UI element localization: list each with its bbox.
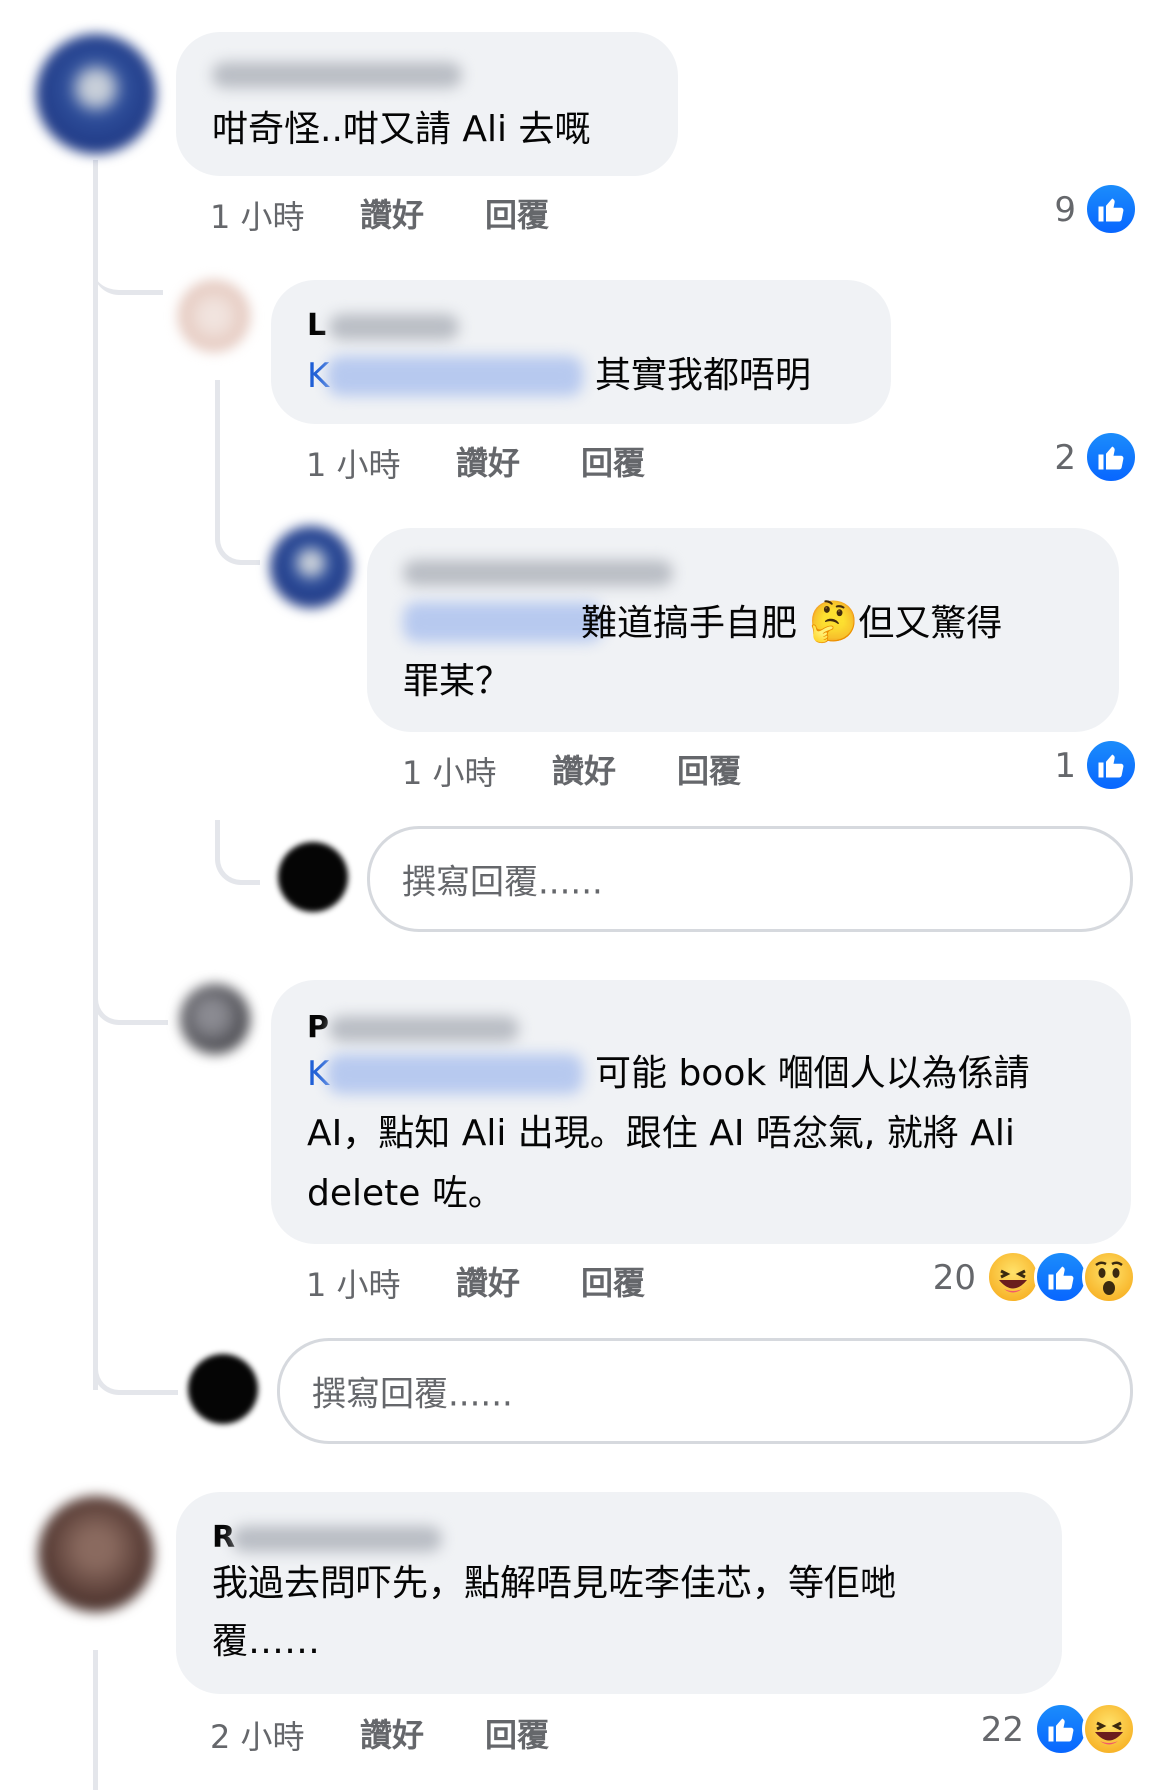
like-button[interactable]: 讚好 bbox=[456, 1258, 520, 1304]
comment-bubble: L K 其實我都唔明 bbox=[271, 280, 891, 424]
tagged-user-initial[interactable]: K bbox=[307, 1054, 329, 1094]
wow-icon[interactable] bbox=[1082, 1250, 1136, 1304]
comment-text: 咁奇怪..咁又請 Ali 去嘅 bbox=[212, 109, 591, 150]
avatar[interactable] bbox=[38, 1496, 154, 1612]
haha-icon[interactable] bbox=[986, 1250, 1040, 1304]
reply-input[interactable]: 撰寫回覆...... bbox=[277, 1338, 1133, 1444]
reply-button[interactable]: 回覆 bbox=[581, 1258, 645, 1304]
comment-time[interactable]: 1 小時 bbox=[306, 440, 401, 486]
commenter-name-blurred[interactable] bbox=[403, 560, 673, 586]
reaction-count[interactable]: 22 bbox=[948, 1710, 1024, 1750]
comment-time[interactable]: 1 小時 bbox=[210, 192, 305, 238]
comment-bubble: R 我過去問吓先，點解唔見咗李佳芯，等佢哋 覆…… bbox=[176, 1492, 1062, 1694]
thread-branch-3 bbox=[93, 1330, 178, 1395]
reaction-count[interactable]: 1 bbox=[1000, 746, 1076, 786]
thread-branch-2 bbox=[93, 940, 168, 1025]
like-button[interactable]: 讚好 bbox=[552, 746, 616, 792]
tagged-user-blurred[interactable] bbox=[403, 602, 603, 642]
comment-text-line2: 罪某？ bbox=[403, 661, 512, 702]
thread-branch-1 bbox=[93, 230, 163, 295]
thread-line-main bbox=[93, 160, 98, 1390]
commenter-name-initial[interactable]: P bbox=[307, 1010, 329, 1045]
thread-line-bottom bbox=[93, 1650, 98, 1790]
avatar bbox=[188, 1354, 258, 1424]
avatar bbox=[278, 842, 348, 912]
commenter-name-blurred[interactable] bbox=[329, 314, 459, 340]
thread-branch-nested-2 bbox=[215, 820, 260, 885]
comment-text-part: 難道搞手自肥 bbox=[581, 603, 798, 644]
commenter-name-blurred[interactable] bbox=[212, 62, 462, 88]
comment-text: 難道搞手自肥 🤔但又驚得 bbox=[581, 592, 1002, 654]
like-button[interactable]: 讚好 bbox=[360, 1710, 424, 1756]
commenter-name-blurred[interactable] bbox=[329, 1016, 519, 1042]
comment-time[interactable]: 1 小時 bbox=[306, 1260, 401, 1306]
reply-button[interactable]: 回覆 bbox=[581, 438, 645, 484]
like-icon[interactable] bbox=[1084, 430, 1138, 484]
commenter-name-initial[interactable]: L bbox=[307, 308, 326, 343]
reaction-count[interactable]: 2 bbox=[1000, 438, 1076, 478]
avatar[interactable] bbox=[36, 34, 156, 154]
avatar[interactable] bbox=[270, 526, 352, 608]
like-icon[interactable] bbox=[1084, 738, 1138, 792]
like-button[interactable]: 讚好 bbox=[456, 438, 520, 484]
like-icon[interactable] bbox=[1034, 1702, 1088, 1756]
comment-bubble: P K 可能 book 嗰個人以為係請 AI，點知 Ali 出現。跟住 AI 唔… bbox=[271, 980, 1131, 1244]
comment-text: 其實我都唔明 bbox=[595, 355, 812, 396]
haha-icon[interactable] bbox=[1082, 1702, 1136, 1756]
reply-button[interactable]: 回覆 bbox=[485, 190, 549, 236]
comment-text-line2: 覆…… bbox=[212, 1621, 321, 1662]
avatar[interactable] bbox=[180, 984, 250, 1054]
thinking-emoji-icon: 🤔 bbox=[808, 599, 859, 645]
reply-input[interactable]: 撰寫回覆...... bbox=[367, 826, 1133, 932]
comment-text-part: 但又驚得 bbox=[858, 603, 1003, 644]
like-icon[interactable] bbox=[1034, 1250, 1088, 1304]
reply-input-placeholder: 撰寫回覆...... bbox=[312, 1374, 513, 1415]
reaction-count[interactable]: 20 bbox=[900, 1258, 976, 1298]
reply-input-placeholder: 撰寫回覆...... bbox=[402, 862, 603, 903]
comment-text: 我過去問吓先，點解唔見咗李佳芯，等佢哋 bbox=[212, 1563, 897, 1604]
tagged-user-blurred[interactable] bbox=[327, 356, 583, 396]
reply-button[interactable]: 回覆 bbox=[485, 1710, 549, 1756]
comment-time[interactable]: 2 小時 bbox=[210, 1712, 305, 1758]
like-icon[interactable] bbox=[1084, 182, 1138, 236]
reply-button[interactable]: 回覆 bbox=[677, 746, 741, 792]
comment-text: 可能 book 嗰個人以為係請 bbox=[595, 1053, 1030, 1094]
commenter-name-blurred[interactable] bbox=[232, 1526, 442, 1552]
comment-bubble: 難道搞手自肥 🤔但又驚得 罪某？ bbox=[367, 528, 1119, 732]
comment-text-line3: delete 咗。 bbox=[307, 1173, 504, 1214]
avatar[interactable] bbox=[178, 280, 250, 352]
tagged-user-blurred[interactable] bbox=[327, 1054, 583, 1094]
reaction-count[interactable]: 9 bbox=[1000, 190, 1076, 230]
comment-time[interactable]: 1 小時 bbox=[402, 748, 497, 794]
comment-bubble: 咁奇怪..咁又請 Ali 去嘅 bbox=[176, 32, 678, 176]
comment-text-line2: AI，點知 Ali 出現。跟住 AI 唔忿氣, 就將 Ali bbox=[307, 1113, 1015, 1154]
thread-branch-nested-1 bbox=[215, 500, 260, 565]
like-button[interactable]: 讚好 bbox=[360, 190, 424, 236]
tagged-user-initial[interactable]: K bbox=[307, 356, 329, 396]
